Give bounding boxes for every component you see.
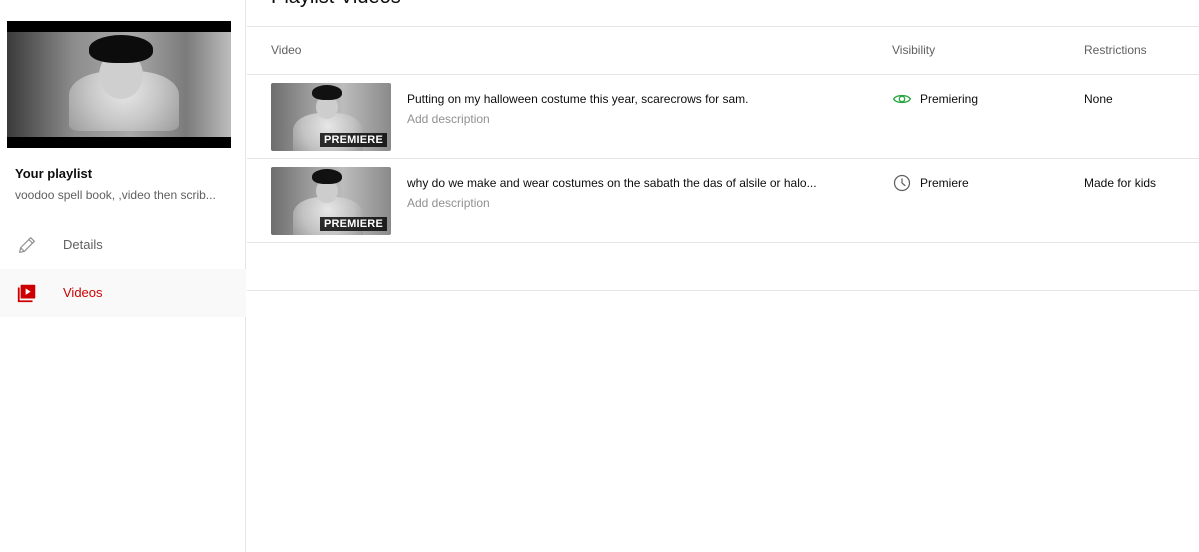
sidebar-item-label: Details [63, 237, 103, 252]
playlist-description: voodoo spell book, ,video then scrib... [15, 188, 216, 202]
video-thumbnail[interactable]: PREMIERE [271, 83, 391, 151]
divider [247, 26, 1199, 27]
divider [247, 242, 1199, 243]
app-root: Your playlist voodoo spell book, ,video … [0, 0, 1199, 552]
column-header-video: Video [271, 43, 302, 57]
column-header-restrictions[interactable]: Restrictions [1084, 43, 1147, 57]
sidebar-item-label: Videos [63, 285, 103, 300]
divider [247, 290, 1199, 291]
eye-icon [892, 94, 912, 104]
restrictions-value: Made for kids [1084, 176, 1157, 190]
playlist-thumbnail-hat [89, 35, 153, 63]
visibility-status[interactable]: Premiere [920, 176, 969, 190]
premiere-badge: PREMIERE [319, 217, 387, 231]
table-row[interactable]: PREMIERE Putting on my halloween costume… [247, 75, 1199, 159]
restrictions-value: None [1084, 92, 1113, 106]
column-header-visibility[interactable]: Visibility [892, 43, 935, 57]
main-content: Playlist Videos Video Visibility Restric… [247, 0, 1199, 552]
thumbnail-hat [312, 169, 342, 184]
playlist-thumbnail[interactable] [7, 21, 231, 148]
video-title[interactable]: why do we make and wear costumes on the … [407, 176, 852, 190]
thumbnail-hat [312, 85, 342, 100]
sidebar-item-videos[interactable]: Videos [0, 269, 246, 317]
sidebar: Your playlist voodoo spell book, ,video … [0, 0, 246, 552]
playlist-title: Your playlist [15, 166, 93, 181]
add-description-link[interactable]: Add description [407, 196, 490, 210]
video-icon [17, 284, 36, 303]
table-row[interactable]: PREMIERE why do we make and wear costume… [247, 159, 1199, 243]
clock-icon [893, 174, 911, 192]
video-title[interactable]: Putting on my halloween costume this yea… [407, 92, 852, 106]
page-title: Playlist Videos [271, 0, 401, 9]
add-description-link[interactable]: Add description [407, 112, 490, 126]
pencil-icon [19, 237, 35, 253]
video-thumbnail[interactable]: PREMIERE [271, 167, 391, 235]
sidebar-item-details[interactable]: Details [0, 221, 246, 269]
premiere-badge: PREMIERE [319, 133, 387, 147]
visibility-status[interactable]: Premiering [920, 92, 978, 106]
